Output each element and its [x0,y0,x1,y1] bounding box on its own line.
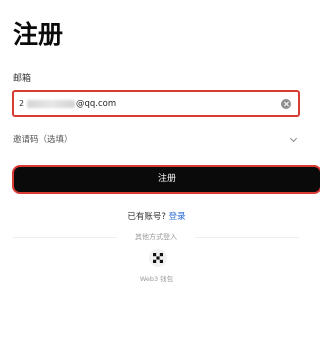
login-prompt: 已有账号? 登录 [0,212,313,223]
login-link[interactable]: 登录 [169,212,186,222]
page-title: 注册 [13,20,64,49]
register-page: 注册 邮箱 2 @qq.com 邀请码（选填） 注册 已有账号? 登录 其他方式… [0,0,320,348]
divider-line-right [195,237,299,238]
login-question: 已有账号? [127,212,166,222]
email-redaction-blur [27,100,75,108]
invite-code-toggle[interactable]: 邀请码（选填） [13,134,299,148]
register-button[interactable]: 注册 [12,165,320,194]
email-field[interactable]: 2 @qq.com [12,90,300,117]
email-label: 邮箱 [13,74,32,84]
chevron-down-icon[interactable] [289,134,298,143]
clear-icon[interactable] [281,99,291,109]
email-value-domain: @qq.com [76,99,117,109]
web3-wallet-icon[interactable] [149,249,167,267]
other-methods-divider: 其他方式登入 [13,232,299,242]
web3-wallet-label[interactable]: Web3 钱包 [0,275,313,284]
invite-code-label: 邀请码（选填） [13,135,73,145]
email-value-prefix: 2 [19,99,25,108]
